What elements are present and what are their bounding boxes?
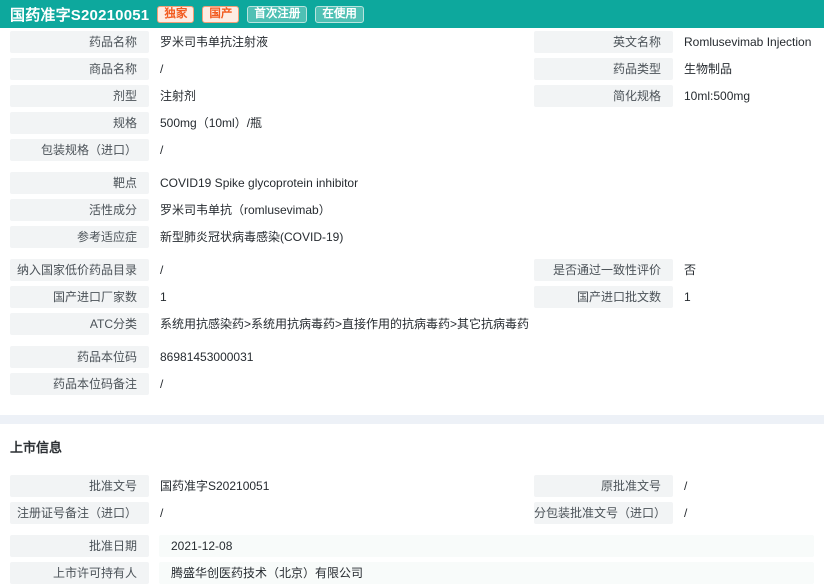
table-row: 纳入国家低价药品目录 / 是否通过一致性评价 否 [0, 259, 824, 281]
field-label-reference-indication: 参考适应症 [10, 226, 149, 248]
table-row: 商品名称 / 药品类型 生物制品 [0, 58, 824, 80]
table-row: 批准日期 2021-12-08 [0, 535, 824, 557]
field-value-drug-type: 生物制品 [683, 58, 814, 80]
badge-domestic: 国产 [202, 6, 239, 23]
field-label-dosage-form: 剂型 [10, 85, 149, 107]
table-row: 剂型 注射剂 简化规格 10ml:500mg [0, 85, 824, 107]
field-label-approval-doc-count: 国产进口批文数 [534, 286, 673, 308]
field-value-approval-doc-count: 1 [683, 286, 814, 308]
field-label-package-spec-import: 包装规格（进口） [10, 139, 149, 161]
field-value-low-price-list: / [159, 259, 524, 281]
field-value-standard-code-note: / [159, 373, 814, 395]
field-label-approval-no: 批准文号 [10, 475, 149, 497]
field-value-dosage-form: 注射剂 [159, 85, 524, 107]
badge-first-registration: 首次注册 [247, 6, 307, 23]
section-divider [0, 415, 824, 424]
table-row: 注册证号备注（进口） / 分包装批准文号（进口） / [0, 502, 824, 524]
field-value-drug-name: 罗米司韦单抗注射液 [159, 31, 524, 53]
marketing-info-section-title: 上市信息 [10, 437, 824, 456]
field-label-standard-code-note: 药品本位码备注 [10, 373, 149, 395]
table-row: 药品本位码 86981453000031 [0, 346, 824, 368]
field-value-mah: 腾盛华创医药技术（北京）有限公司 [159, 562, 814, 584]
field-value-target: COVID19 Spike glycoprotein inhibitor [159, 172, 814, 194]
field-value-original-approval-no: / [683, 475, 814, 497]
basic-info-group-1: 药品名称 罗米司韦单抗注射液 英文名称 Romlusevimab Injecti… [0, 31, 824, 161]
field-label-english-name: 英文名称 [534, 31, 673, 53]
field-label-simplified-spec: 简化规格 [534, 85, 673, 107]
marketing-holder-group: 批准日期 2021-12-08 上市许可持有人 腾盛华创医药技术（北京）有限公司 [0, 535, 824, 584]
field-label-consistency-evaluation: 是否通过一致性评价 [534, 259, 673, 281]
field-label-standard-code: 药品本位码 [10, 346, 149, 368]
standard-code-group: 药品本位码 86981453000031 药品本位码备注 / [0, 346, 824, 395]
field-value-approval-date: 2021-12-08 [159, 535, 814, 557]
field-value-consistency-evaluation: 否 [683, 259, 814, 281]
field-value-trade-name: / [159, 58, 524, 80]
marketing-approval-group: 批准文号 国药准字S20210051 原批准文号 / 注册证号备注（进口） / … [0, 475, 824, 524]
field-label-approval-date: 批准日期 [10, 535, 149, 557]
field-value-manufacturer-count: 1 [159, 286, 524, 308]
field-label-original-approval-no: 原批准文号 [534, 475, 673, 497]
table-row: 国产进口厂家数 1 国产进口批文数 1 [0, 286, 824, 308]
catalog-info-group: 纳入国家低价药品目录 / 是否通过一致性评价 否 国产进口厂家数 1 国产进口批… [0, 259, 824, 335]
table-row: 药品本位码备注 / [0, 373, 824, 395]
field-label-active-ingredient: 活性成分 [10, 199, 149, 221]
table-row: 规格 500mg（10ml）/瓶 [0, 112, 824, 134]
table-row: 参考适应症 新型肺炎冠状病毒感染(COVID-19) [0, 226, 824, 248]
field-value-reg-cert-note-import: / [159, 502, 524, 524]
table-row: 上市许可持有人 腾盛华创医药技术（北京）有限公司 [0, 562, 824, 584]
field-value-subpackage-approval-import: / [683, 502, 814, 524]
field-label-manufacturer-count: 国产进口厂家数 [10, 286, 149, 308]
field-label-subpackage-approval-import: 分包装批准文号（进口） [534, 502, 673, 524]
field-label-drug-type: 药品类型 [534, 58, 673, 80]
table-row: 活性成分 罗米司韦单抗（romlusevimab） [0, 199, 824, 221]
field-value-approval-no: 国药准字S20210051 [159, 475, 524, 497]
table-row: 靶点 COVID19 Spike glycoprotein inhibitor [0, 172, 824, 194]
drug-detail-content: 药品名称 罗米司韦单抗注射液 英文名称 Romlusevimab Injecti… [0, 28, 824, 584]
field-label-low-price-list: 纳入国家低价药品目录 [10, 259, 149, 281]
field-value-reference-indication: 新型肺炎冠状病毒感染(COVID-19) [159, 226, 814, 248]
field-label-spec: 规格 [10, 112, 149, 134]
field-value-active-ingredient: 罗米司韦单抗（romlusevimab） [159, 199, 814, 221]
table-row: 批准文号 国药准字S20210051 原批准文号 / [0, 475, 824, 497]
field-value-english-name: Romlusevimab Injection [683, 31, 814, 53]
field-value-spec: 500mg（10ml）/瓶 [159, 112, 814, 134]
field-value-atc: 系统用抗感染药>系统用抗病毒药>直接作用的抗病毒药>其它抗病毒药 [159, 313, 814, 335]
field-label-mah: 上市许可持有人 [10, 562, 149, 584]
field-label-target: 靶点 [10, 172, 149, 194]
field-label-drug-name: 药品名称 [10, 31, 149, 53]
field-value-standard-code: 86981453000031 [159, 346, 814, 368]
field-label-trade-name: 商品名称 [10, 58, 149, 80]
field-label-atc: ATC分类 [10, 313, 149, 335]
table-row: 药品名称 罗米司韦单抗注射液 英文名称 Romlusevimab Injecti… [0, 31, 824, 53]
approval-number-title: 国药准字S20210051 [10, 4, 149, 25]
table-row: ATC分类 系统用抗感染药>系统用抗病毒药>直接作用的抗病毒药>其它抗病毒药 [0, 313, 824, 335]
field-value-simplified-spec: 10ml:500mg [683, 85, 814, 107]
field-value-package-spec-import: / [159, 139, 814, 161]
badge-exclusive: 独家 [157, 6, 194, 23]
badge-in-use: 在使用 [315, 6, 364, 23]
field-label-reg-cert-note-import: 注册证号备注（进口） [10, 502, 149, 524]
table-row: 包装规格（进口） / [0, 139, 824, 161]
approval-header-bar: 国药准字S20210051 独家 国产 首次注册 在使用 [0, 0, 824, 28]
target-info-group: 靶点 COVID19 Spike glycoprotein inhibitor … [0, 172, 824, 248]
